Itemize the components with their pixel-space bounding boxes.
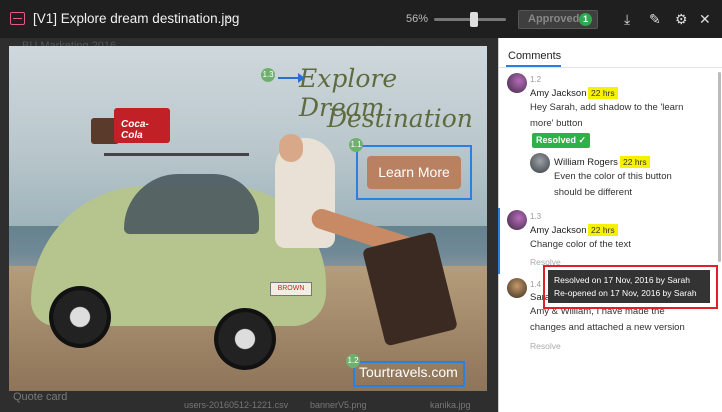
settings-icon[interactable]: ⚙ [675, 11, 688, 28]
arrow-head-icon [298, 73, 305, 83]
learn-more-button-art: Learn More [367, 156, 461, 189]
comment-author: William Rogers [554, 157, 618, 168]
zoom-level: 56% [406, 13, 429, 25]
headline-text: Destination [327, 104, 473, 133]
chevron-down-icon[interactable]: ⌄ [224, 9, 233, 22]
scrollbar[interactable] [718, 72, 721, 262]
approval-count-badge: 1 [579, 13, 592, 26]
car-window [124, 174, 259, 234]
app-root: [V1] Explore dream destination.jpg ⌄ 56%… [0, 0, 722, 412]
avatar [507, 278, 527, 298]
comment-number: 1.2 [530, 75, 542, 84]
comment-pin[interactable]: 1.1 [349, 138, 363, 152]
zoom-slider-handle[interactable] [469, 12, 478, 27]
avatar [530, 153, 550, 173]
comment-text: Change color of the text [530, 239, 631, 250]
approval-status-label: Approved [528, 13, 580, 25]
approval-status-button[interactable]: Approved 1 [518, 10, 598, 29]
site-text: Tourtravels.com [359, 364, 458, 380]
edit-icon[interactable]: ✎ [649, 11, 661, 28]
comment-pin[interactable]: 1.3 [261, 68, 275, 82]
comment-author: Amy Jackson [530, 225, 587, 236]
comment-time: 22 hrs [588, 224, 618, 236]
background-card-label: Quote card [13, 391, 68, 403]
background-file-name: kanika.jpg [430, 400, 471, 410]
car-wheel [214, 308, 276, 370]
panel-tabs: Comments [499, 38, 722, 68]
cooler-brand: Coca-Cola [121, 119, 149, 141]
comment-pin[interactable]: 1.2 [346, 354, 360, 368]
tab-comments[interactable]: Comments [508, 50, 561, 62]
comment-number: 1.3 [530, 212, 542, 221]
zoom-slider[interactable] [434, 12, 506, 27]
avatar [507, 73, 527, 93]
download-icon[interactable]: ⤓ [624, 11, 630, 28]
image-file-icon [10, 12, 25, 25]
car-wheel [49, 286, 111, 348]
license-plate: BROWN [270, 282, 312, 296]
comment-text: more' button [530, 118, 583, 129]
top-bar: [V1] Explore dream destination.jpg ⌄ 56%… [0, 0, 722, 38]
annotation-arrow [278, 77, 300, 79]
comment-text: Even the color of this button [554, 171, 672, 182]
comment-time: 22 hrs [588, 87, 618, 99]
resolved-badge[interactable]: Resolved ✓ [532, 133, 591, 148]
highlight-frame [543, 265, 718, 309]
comment-text: changes and attached a new version [530, 322, 685, 333]
cooler-box: Coca-Cola [114, 108, 170, 143]
comment-author: Amy Jackson [530, 88, 587, 99]
roof-rack [104, 146, 249, 156]
avatar [507, 210, 527, 230]
comment-text: should be different [554, 187, 632, 198]
active-tab-indicator [506, 65, 561, 67]
comment-text: Hey Sarah, add shadow to the 'learn [530, 102, 684, 113]
resolve-link[interactable]: Resolve [530, 341, 561, 351]
active-comment-indicator [498, 208, 500, 274]
person-head [279, 134, 303, 162]
comment-number: 1.4 [530, 280, 542, 289]
preview-image[interactable]: Coca-Cola BROWN Explore Dream Destinatio… [9, 46, 487, 391]
background-file-name: users-20160512-1221.csv [184, 400, 289, 410]
close-icon[interactable]: ✕ [699, 11, 711, 28]
comment-time: 22 hrs [620, 156, 650, 168]
background-file-name: bannerV5.png [310, 400, 367, 410]
file-title[interactable]: [V1] Explore dream destination.jpg [33, 11, 239, 26]
